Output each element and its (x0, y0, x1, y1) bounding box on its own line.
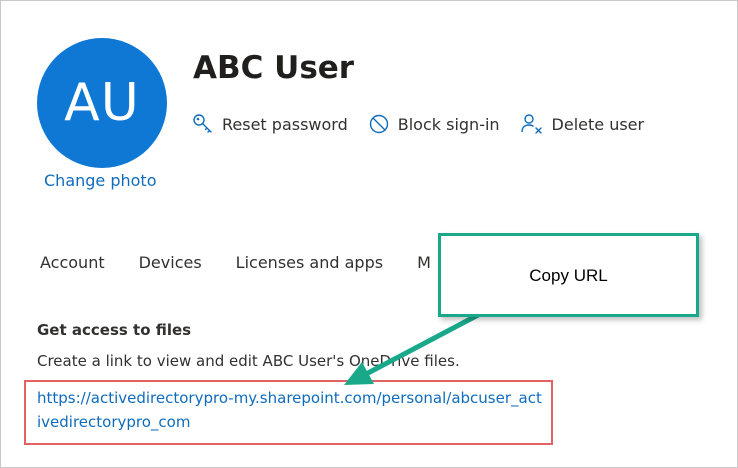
avatar[interactable]: AU (37, 38, 167, 168)
copy-url-callout: Copy URL (438, 233, 699, 317)
block-sign-in-button[interactable]: Block sign-in (368, 113, 500, 135)
tab-account[interactable]: Account (40, 253, 105, 272)
reset-password-label: Reset password (222, 114, 348, 134)
block-icon (368, 113, 390, 135)
block-sign-in-label: Block sign-in (397, 114, 500, 134)
callout-text: Copy URL (529, 266, 608, 285)
files-section-title: Get access to files (37, 321, 192, 339)
files-section-description: Create a link to view and edit ABC User'… (37, 352, 460, 370)
user-action-bar: Reset password Block sign-in Delete user (192, 113, 644, 135)
reset-password-button[interactable]: Reset password (192, 113, 348, 135)
delete-user-button[interactable]: Delete user (520, 113, 645, 135)
tab-devices[interactable]: Devices (139, 253, 202, 272)
tab-truncated[interactable]: M (417, 253, 431, 272)
delete-user-icon (520, 113, 544, 135)
user-display-name: ABC User (193, 50, 355, 86)
delete-user-label: Delete user (551, 114, 645, 134)
change-photo-link[interactable]: Change photo (44, 171, 157, 190)
onedrive-url-link[interactable]: https://activedirectorypro-my.sharepoint… (37, 386, 542, 434)
key-icon (192, 113, 214, 135)
profile-tabs: Account Devices Licenses and apps M (40, 253, 431, 272)
avatar-initials: AU (64, 73, 140, 133)
tab-licenses-and-apps[interactable]: Licenses and apps (236, 253, 383, 272)
